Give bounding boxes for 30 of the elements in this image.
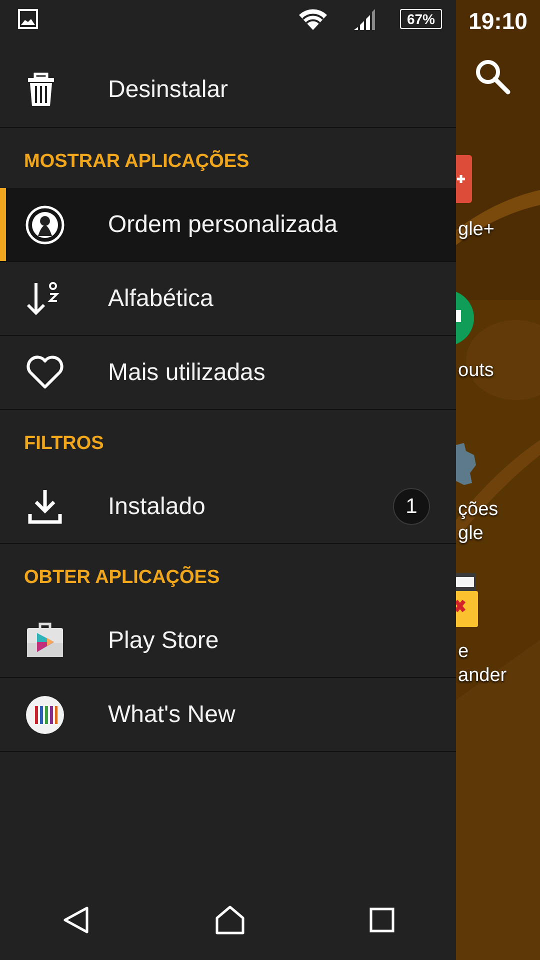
menu-item[interactable]: Mais utilizadas bbox=[0, 336, 456, 410]
menu-item[interactable]: Alfabética bbox=[0, 262, 456, 336]
color-bars-icon bbox=[25, 694, 65, 734]
menu-item[interactable]: Ordem personalizada bbox=[0, 188, 456, 262]
home-icon[interactable] bbox=[214, 905, 246, 935]
plus-icon[interactable] bbox=[456, 155, 474, 203]
chat-bubble-icon[interactable] bbox=[456, 290, 474, 346]
signal-icon bbox=[352, 7, 376, 31]
app-label: ções bbox=[457, 498, 498, 522]
menu-item[interactable]: Desinstalar bbox=[0, 38, 456, 128]
menu-item[interactable]: Instalado 1 bbox=[0, 470, 456, 544]
app-label: gle+ bbox=[457, 218, 494, 242]
section-header: MOSTRAR APLICAÇÕES bbox=[23, 149, 250, 174]
app-label: e bbox=[457, 640, 470, 664]
recents-icon[interactable] bbox=[368, 907, 395, 933]
menu-item[interactable]: Play Store bbox=[0, 604, 456, 678]
app-label: gle bbox=[457, 522, 484, 546]
app-label: ander bbox=[457, 664, 507, 688]
search-icon[interactable] bbox=[474, 58, 512, 96]
battery-icon: 67% bbox=[400, 9, 442, 29]
back-icon[interactable] bbox=[61, 905, 92, 935]
clock: 19:10 bbox=[468, 7, 528, 36]
menu-item[interactable]: What's New bbox=[0, 678, 456, 752]
section-header: FILTROS bbox=[23, 432, 105, 456]
wifi-icon bbox=[298, 7, 328, 31]
app-label: outs bbox=[457, 359, 494, 383]
section-header: OBTER APLICAÇÕES bbox=[23, 565, 221, 590]
person-icon bbox=[25, 204, 65, 244]
image-icon bbox=[18, 9, 38, 29]
count-badge: 1 bbox=[393, 488, 430, 525]
